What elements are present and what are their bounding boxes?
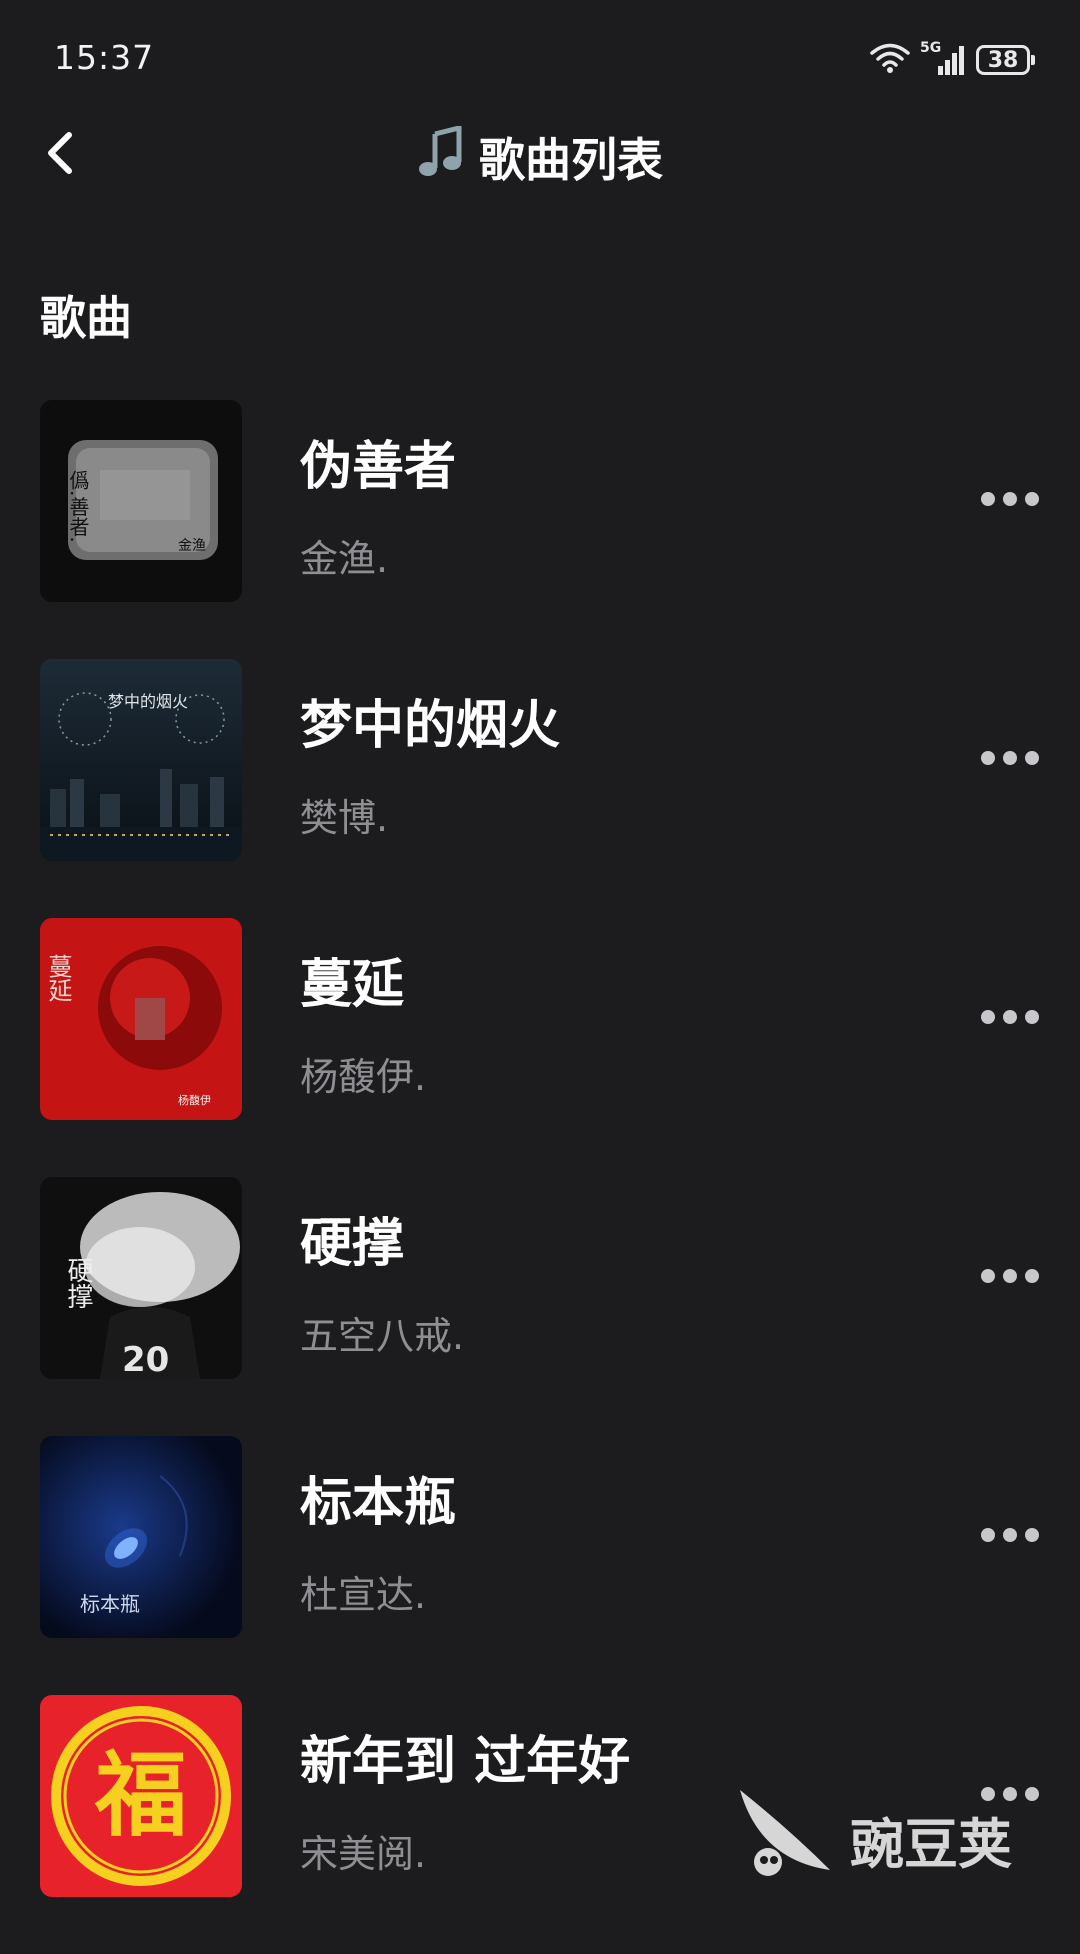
music-note-icon bbox=[417, 124, 465, 189]
more-options-button[interactable] bbox=[975, 1257, 1045, 1299]
more-options-button[interactable] bbox=[975, 1516, 1045, 1558]
song-artist: 金渔. bbox=[300, 537, 389, 581]
battery-level: 38 bbox=[987, 47, 1019, 73]
cover-text: 僞.善者. bbox=[66, 470, 90, 543]
song-title: 标本瓶 bbox=[300, 1473, 457, 1533]
more-horizontal-icon bbox=[980, 491, 1040, 511]
album-cover: 僞.善者. 金渔 bbox=[40, 400, 242, 602]
more-horizontal-icon bbox=[980, 1009, 1040, 1029]
cover-text: 蔓延 bbox=[44, 954, 72, 1002]
song-artist: 杜宣达. bbox=[300, 1573, 427, 1617]
album-cover: 蔓延 杨馥伊 bbox=[40, 918, 242, 1120]
status-bar: 15:37 5G 38 bbox=[0, 0, 1080, 110]
song-artist: 杨馥伊. bbox=[300, 1055, 427, 1099]
song-title: 硬撑 bbox=[300, 1214, 405, 1274]
song-artist: 五空八戒. bbox=[300, 1314, 465, 1358]
song-title: 蔓延 bbox=[300, 955, 405, 1015]
page-title: 歌曲列表 bbox=[0, 124, 1080, 190]
song-title: 新年到 过年好 bbox=[300, 1732, 631, 1792]
svg-text:20: 20 bbox=[122, 1340, 169, 1379]
cover-text: 福 bbox=[94, 1741, 187, 1849]
status-time: 15:37 bbox=[54, 38, 155, 77]
album-cover: 标本瓶 bbox=[40, 1436, 242, 1638]
more-options-button[interactable] bbox=[975, 739, 1045, 781]
song-artist: 宋美阅. bbox=[300, 1832, 427, 1876]
section-title: 歌曲 bbox=[40, 291, 132, 345]
more-options-button[interactable] bbox=[975, 1775, 1045, 1817]
song-item[interactable]: 蔓延 杨馥伊 蔓延 杨馥伊. bbox=[0, 918, 1080, 1177]
song-item[interactable]: 标本瓶 标本瓶 杜宣达. bbox=[0, 1436, 1080, 1695]
song-artist: 樊博. bbox=[300, 796, 389, 840]
album-cover: 20 硬撑 bbox=[40, 1177, 242, 1379]
nav-bar: 歌曲列表 bbox=[0, 110, 1080, 200]
status-icons: 5G 38 bbox=[870, 40, 1035, 80]
cover-subtext: 杨馥伊 bbox=[178, 1093, 211, 1107]
cover-subtext: 金渔 bbox=[178, 538, 206, 554]
more-options-button[interactable] bbox=[975, 480, 1045, 522]
album-cover: 福 bbox=[40, 1695, 242, 1897]
song-title: 伪善者 bbox=[300, 437, 457, 497]
more-horizontal-icon bbox=[980, 750, 1040, 770]
cover-text: 标本瓶 bbox=[80, 1592, 140, 1616]
album-cover: 梦中的烟火 bbox=[40, 659, 242, 861]
song-item[interactable]: 20 硬撑 硬撑 五空八戒. bbox=[0, 1177, 1080, 1436]
more-options-button[interactable] bbox=[975, 998, 1045, 1040]
more-horizontal-icon bbox=[980, 1268, 1040, 1288]
battery-icon: 38 bbox=[976, 45, 1035, 75]
cellular-icon: 5G bbox=[920, 40, 966, 76]
cover-text: 硬撑 bbox=[63, 1257, 93, 1309]
more-horizontal-icon bbox=[980, 1786, 1040, 1806]
more-horizontal-icon bbox=[980, 1527, 1040, 1547]
song-list: 僞.善者. 金渔 伪善者 金渔. 梦中的烟火 梦中的烟火 樊博. 蔓延 杨馥伊 … bbox=[0, 400, 1080, 1954]
song-title: 梦中的烟火 bbox=[300, 696, 561, 756]
song-item[interactable]: 梦中的烟火 梦中的烟火 樊博. bbox=[0, 659, 1080, 918]
wifi-icon bbox=[870, 42, 910, 78]
song-item[interactable]: 僞.善者. 金渔 伪善者 金渔. bbox=[0, 400, 1080, 659]
song-item[interactable]: 福 新年到 过年好 宋美阅. bbox=[0, 1695, 1080, 1954]
page-title-text: 歌曲列表 bbox=[479, 133, 663, 187]
cover-text: 梦中的烟火 bbox=[108, 692, 188, 711]
